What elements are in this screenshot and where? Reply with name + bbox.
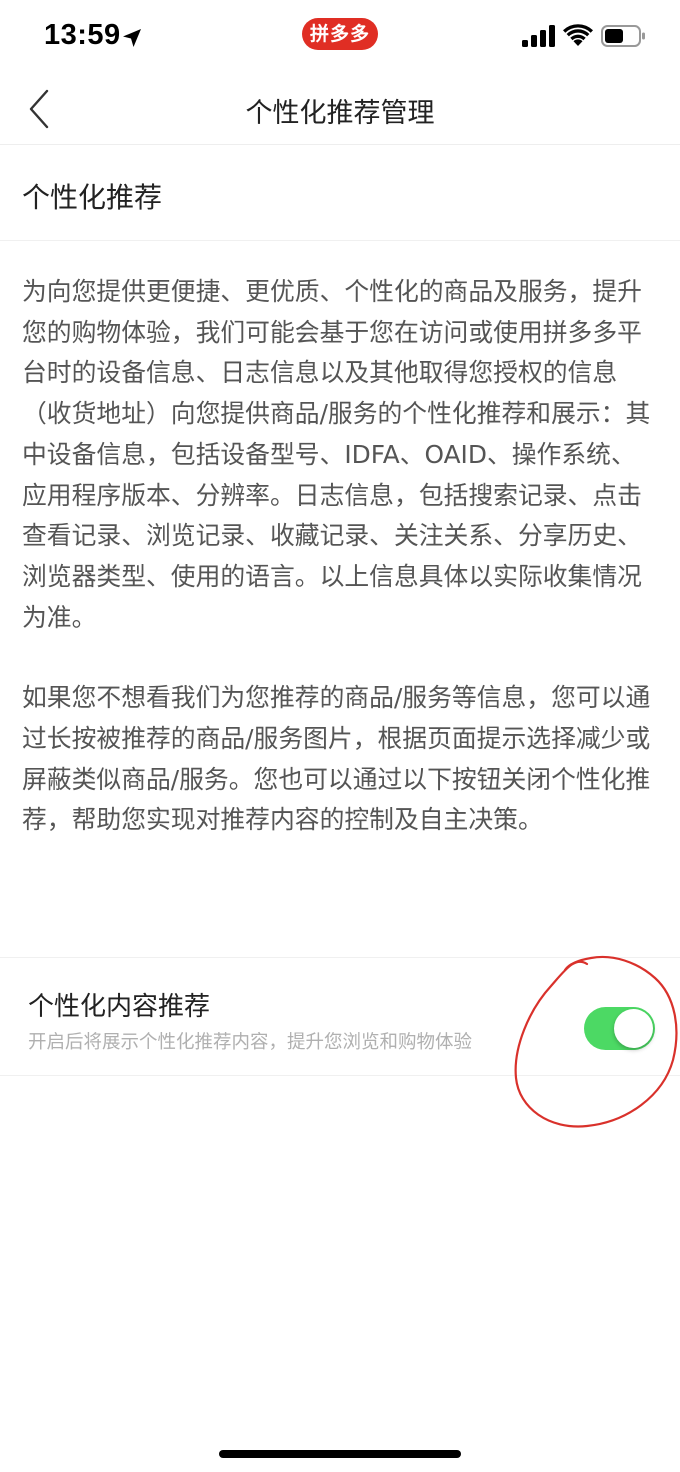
location-arrow-icon	[123, 29, 141, 47]
description-paragraph-1: 为向您提供更便捷、更优质、个性化的商品及服务，提升您的购物体验，我们可能会基于您…	[22, 277, 651, 632]
setting-subtitle: 开启后将展示个性化推荐内容，提升您浏览和购物体验	[28, 1032, 473, 1053]
section-heading: 个性化推荐	[22, 181, 163, 214]
status-bar: 13:59 拼多多	[0, 0, 680, 74]
section-header: 个性化推荐	[0, 145, 680, 241]
home-indicator	[219, 1450, 461, 1458]
page-title: 个性化推荐管理	[245, 98, 435, 129]
app-badge: 拼多多	[302, 18, 378, 50]
cellular-signal-icon	[522, 25, 555, 47]
description-text: 为向您提供更便捷、更优质、个性化的商品及服务，提升您的购物体验，我们可能会基于您…	[22, 272, 658, 841]
personalized-content-setting-row: 个性化内容推荐 开启后将展示个性化推荐内容，提升您浏览和购物体验	[0, 957, 680, 1076]
battery-icon	[601, 25, 645, 47]
nav-bar: 个性化推荐管理	[0, 74, 680, 145]
wifi-icon	[563, 24, 593, 46]
setting-title: 个性化内容推荐	[28, 992, 211, 1022]
toggle-knob	[614, 1009, 653, 1048]
personalized-recommendation-toggle[interactable]	[584, 1007, 655, 1050]
status-time: 13:59	[44, 19, 121, 51]
description-paragraph-2: 如果您不想看我们为您推荐的商品/服务等信息，您可以通过长按被推荐的商品/服务图片…	[22, 683, 651, 835]
